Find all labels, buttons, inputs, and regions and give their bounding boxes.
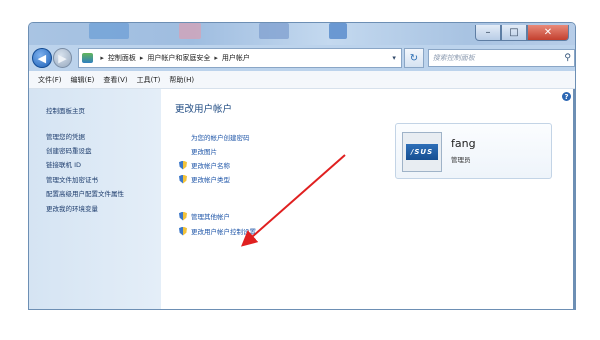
breadcrumb-item[interactable]: 用户帐户和家庭安全 [147,53,210,63]
menu-view[interactable]: 查看(V) [103,75,127,85]
window-controls: – □ ✕ [475,25,569,41]
uac-shield-icon [179,174,187,184]
change-account-name-link[interactable]: 更改帐户名称 [179,160,230,170]
main-content: ? 更改用户帐户 为您的帐户创建密码 更改图片 更改帐户名称 更改帐户类型 管理… [161,89,575,309]
sidebar-item-link-online-id[interactable]: 链接联机 ID [46,159,81,169]
sidebar-item-password-reset-disk[interactable]: 创建密码重设盘 [46,145,92,155]
chevron-right-icon[interactable]: ▸ [100,54,104,62]
forward-arrow-icon[interactable]: ▶ [52,48,73,68]
page-title: 更改用户帐户 [175,104,233,115]
link-label[interactable]: 更改帐户名称 [191,160,230,170]
navigation-row: ◀ ▶ ▸ 控制面板 ▸ 用户帐户和家庭安全 ▸ 用户帐户 ▾ ↻ 搜索控制面板… [29,45,575,71]
menu-help[interactable]: 帮助(H) [169,75,194,85]
control-panel-icon [82,53,94,63]
uac-settings-link[interactable]: 更改用户帐户控制设置 [179,226,256,236]
uac-shield-icon [179,160,187,170]
link-label[interactable]: 更改帐户类型 [191,174,230,184]
sidebar-home-link[interactable]: 控制面板主页 [46,105,85,115]
refresh-icon[interactable]: ↻ [404,48,424,68]
search-placeholder: 搜索控制面板 [432,54,475,62]
task-sidebar: 控制面板主页 管理您的凭据 创建密码重设盘 链接联机 ID 管理文件加密证书 配… [29,89,161,309]
asus-logo-icon: /SUS [406,144,438,160]
sidebar-item-environment-variables[interactable]: 更改我的环境变量 [46,203,98,213]
chevron-right-icon[interactable]: ▸ [214,54,218,62]
blurred-taskbar-shape [329,23,347,39]
blurred-taskbar-shape [179,23,201,39]
manage-other-accounts-link[interactable]: 管理其他帐户 [179,211,230,221]
chevron-right-icon[interactable]: ▸ [140,54,144,62]
link-label[interactable]: 更改图片 [191,146,217,156]
blurred-taskbar-shape [259,23,289,39]
breadcrumb-item[interactable]: 用户帐户 [222,53,250,63]
control-panel-window: – □ ✕ ◀ ▶ ▸ 控制面板 ▸ 用户帐户和家庭安全 ▸ 用户帐户 ▾ ↻ … [28,22,576,310]
uac-shield-icon [179,226,187,236]
link-label[interactable]: 更改用户帐户控制设置 [191,226,256,236]
menu-file[interactable]: 文件(F) [38,75,62,85]
minimize-button[interactable]: – [475,25,501,41]
user-name: fang [451,137,476,150]
sidebar-item-encryption-certificates[interactable]: 管理文件加密证书 [46,174,98,184]
link-label[interactable]: 为您的帐户创建密码 [191,132,250,142]
window-border [573,89,575,309]
title-bar[interactable]: – □ ✕ [29,23,575,45]
search-icon[interactable]: ⚲ [564,53,571,63]
sidebar-item-manage-credentials[interactable]: 管理您的凭据 [46,131,85,141]
search-input[interactable]: 搜索控制面板 ⚲ [427,49,575,67]
create-password-link[interactable]: 为您的帐户创建密码 [191,132,250,142]
help-icon[interactable]: ? [562,92,571,101]
menu-tools[interactable]: 工具(T) [137,75,161,85]
chevron-down-icon[interactable]: ▾ [387,54,401,62]
address-bar[interactable]: ▸ 控制面板 ▸ 用户帐户和家庭安全 ▸ 用户帐户 ▾ [78,48,403,68]
avatar[interactable]: /SUS [402,132,442,172]
change-picture-link[interactable]: 更改图片 [191,146,217,156]
change-account-type-link[interactable]: 更改帐户类型 [179,174,230,184]
close-button[interactable]: ✕ [527,25,569,41]
maximize-button[interactable]: □ [501,25,527,41]
back-arrow-icon[interactable]: ◀ [32,48,52,68]
menu-bar: 文件(F) 编辑(E) 查看(V) 工具(T) 帮助(H) [29,71,575,89]
user-account-card: /SUS fang 管理员 [395,123,552,179]
link-label[interactable]: 管理其他帐户 [191,211,230,221]
user-role: 管理员 [451,156,471,164]
uac-shield-icon [179,211,187,221]
sidebar-item-advanced-profile[interactable]: 配置高级用户配置文件属性 [46,188,124,198]
breadcrumb-item[interactable]: 控制面板 [108,53,136,63]
blurred-taskbar-shape [89,23,129,39]
menu-edit[interactable]: 编辑(E) [71,75,95,85]
